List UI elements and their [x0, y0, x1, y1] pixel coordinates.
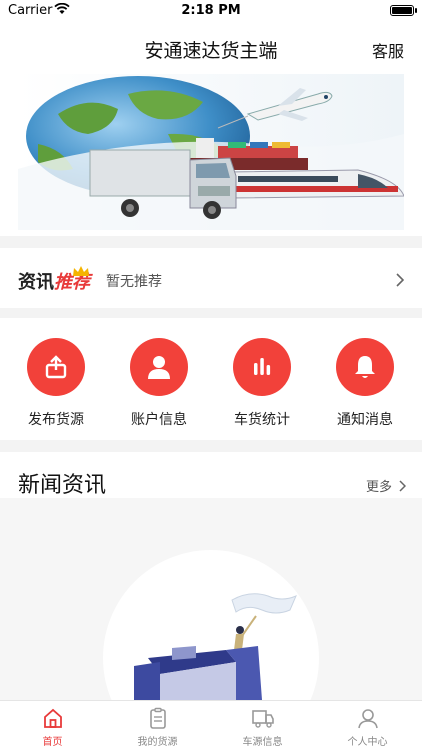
- tab-bar: 首页 我的货源 车源信息 个人中心: [0, 700, 422, 750]
- crown-icon: [72, 262, 90, 281]
- more-news-link[interactable]: 更多: [366, 476, 392, 495]
- clock: 2:18 PM: [181, 3, 241, 18]
- tab-home[interactable]: 首页: [0, 705, 105, 748]
- chevron-right-icon[interactable]: [396, 272, 405, 291]
- recommend-empty-text: 暂无推荐: [106, 274, 162, 290]
- page-title: 安通速达货主端: [144, 40, 278, 62]
- vehicle-cargo-stats-button[interactable]: 车货统计: [222, 338, 302, 429]
- clipboard-icon: [105, 705, 210, 731]
- news-section-title: 新闻资讯: [18, 473, 107, 498]
- customer-service-button[interactable]: 客服: [372, 38, 404, 62]
- person-icon: [315, 705, 420, 731]
- section-divider: [0, 236, 422, 248]
- quick-action-label: 账户信息: [131, 412, 187, 428]
- notifications-button[interactable]: 通知消息: [325, 338, 405, 429]
- tab-label: 我的货源: [137, 737, 178, 748]
- account-info-button[interactable]: 账户信息: [119, 338, 199, 429]
- bar-chart-icon: [233, 338, 291, 396]
- news-header: 新闻资讯 更多: [0, 452, 422, 498]
- status-bar: Carrier 2:18 PM: [0, 0, 422, 22]
- news-empty-state: [0, 498, 422, 700]
- tab-personal-center[interactable]: 个人中心: [315, 705, 420, 748]
- tab-label: 个人中心: [347, 737, 388, 748]
- news-recommend-row[interactable]: 资讯推荐 暂无推荐: [0, 250, 422, 308]
- battery-icon: [390, 5, 417, 16]
- home-icon: [0, 705, 105, 731]
- recommend-brand-prefix: 资讯: [18, 272, 54, 293]
- truck-icon: [210, 705, 315, 731]
- user-icon: [130, 338, 188, 396]
- quick-action-label: 车货统计: [234, 412, 290, 428]
- tab-label: 首页: [42, 737, 63, 748]
- tab-vehicle-info[interactable]: 车源信息: [210, 705, 315, 748]
- quick-action-label: 发布货源: [28, 412, 84, 428]
- quick-action-label: 通知消息: [337, 412, 393, 428]
- section-divider: [0, 308, 422, 318]
- bell-icon: [336, 338, 394, 396]
- chevron-right-icon[interactable]: [399, 477, 407, 496]
- banner-image[interactable]: [18, 74, 404, 230]
- publish-cargo-button[interactable]: 发布货源: [16, 338, 96, 429]
- tab-label: 车源信息: [242, 737, 283, 748]
- empty-state-illustration: [103, 550, 319, 700]
- quick-actions: 发布货源 账户信息 车货统计 通知消息: [0, 320, 422, 440]
- upload-box-icon: [27, 338, 85, 396]
- nav-bar: 安通速达货主端 客服: [0, 22, 422, 74]
- tab-my-cargo[interactable]: 我的货源: [105, 705, 210, 748]
- section-divider: [0, 440, 422, 452]
